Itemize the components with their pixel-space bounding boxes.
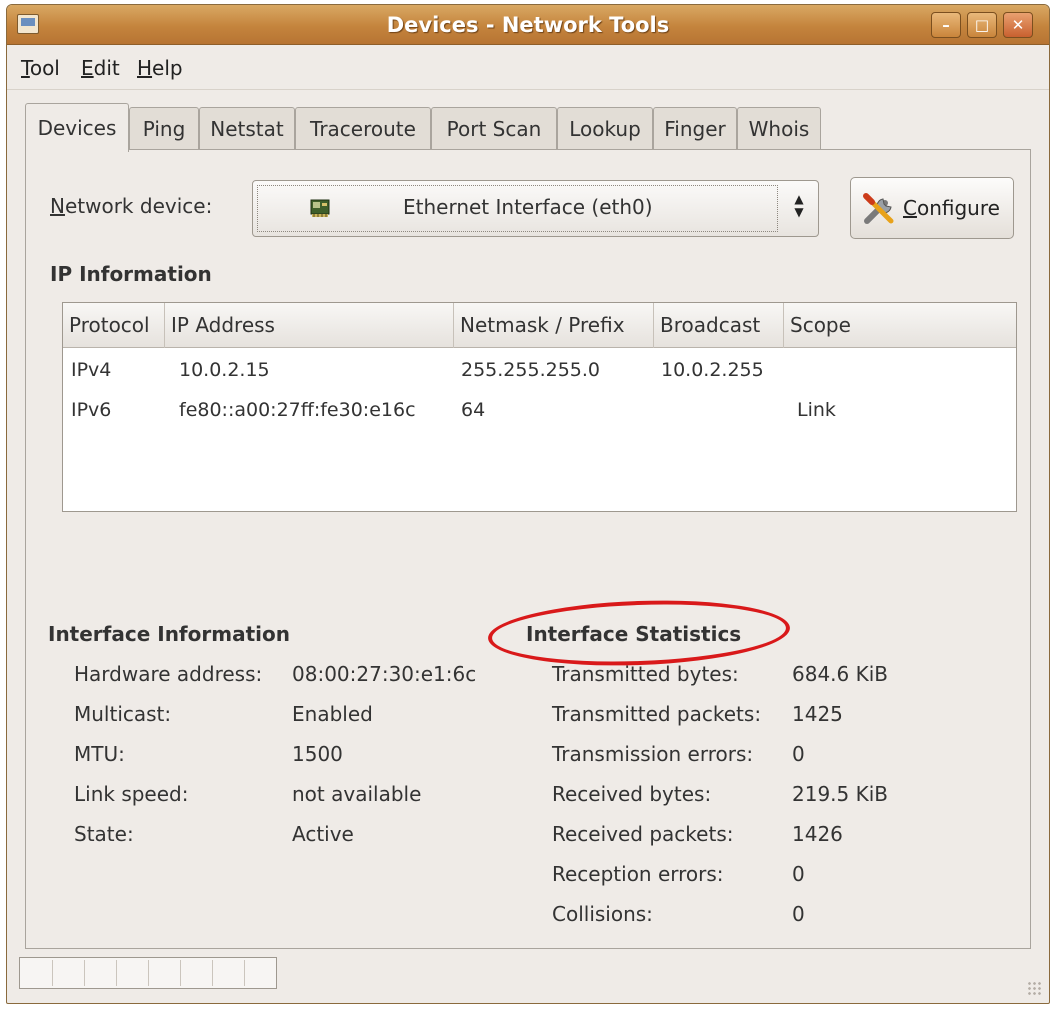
column-protocol[interactable]: Protocol — [63, 303, 165, 348]
menu-help[interactable]: Help — [137, 56, 183, 80]
reception-errors-value: 0 — [792, 862, 805, 886]
tab-traceroute[interactable]: Traceroute — [295, 107, 431, 151]
mtu-value: 1500 — [292, 742, 343, 766]
interface-information-heading: Interface Information — [48, 622, 290, 646]
column-scope[interactable]: Scope — [784, 303, 1017, 348]
transmission-errors-label: Transmission errors: — [552, 742, 754, 766]
window-title: Devices - Network Tools — [386, 13, 670, 37]
tab-whois[interactable]: Whois — [737, 107, 821, 151]
configure-button[interactable]: Configure — [850, 177, 1014, 239]
status-divider — [52, 960, 53, 986]
state-value: Active — [292, 822, 354, 846]
link-speed-value: not available — [292, 782, 422, 806]
transmitted-bytes-value: 684.6 KiB — [792, 662, 889, 686]
tab-devices[interactable]: Devices — [25, 103, 129, 152]
column-ip-address[interactable]: IP Address — [165, 303, 454, 348]
status-divider — [180, 960, 181, 986]
status-divider — [84, 960, 85, 986]
menu-tool[interactable]: Tool — [21, 56, 60, 80]
maximize-button[interactable]: □ — [967, 12, 997, 38]
title-bar[interactable]: Devices - Network Tools – □ ✕ — [7, 5, 1049, 45]
ip-information-table[interactable]: Protocol IP Address Netmask / Prefix Bro… — [62, 302, 1017, 512]
cell-ip-address: 10.0.2.15 — [179, 359, 270, 381]
status-divider — [212, 960, 213, 986]
transmitted-bytes-label: Transmitted bytes: — [552, 662, 739, 686]
hardware-address-value: 08:00:27:30:e1:6c — [292, 662, 477, 686]
status-bar — [19, 957, 277, 989]
network-device-select[interactable]: Ethernet Interface (eth0) ▲ ▼ — [252, 180, 819, 237]
network-tools-window: Devices - Network Tools – □ ✕ Tool Edit … — [6, 4, 1050, 1004]
received-packets-label: Received packets: — [552, 822, 734, 846]
chevron-up-down-icon: ▲ ▼ — [794, 192, 804, 219]
received-bytes-label: Received bytes: — [552, 782, 712, 806]
mtu-label: MTU: — [74, 742, 125, 766]
configure-label: Configure — [903, 196, 1000, 220]
cell-netmask: 64 — [461, 399, 486, 421]
state-label: State: — [74, 822, 134, 846]
column-netmask-prefix[interactable]: Netmask / Prefix — [454, 303, 654, 348]
table-header: Protocol IP Address Netmask / Prefix Bro… — [63, 303, 1016, 348]
link-speed-label: Link speed: — [74, 782, 189, 806]
transmission-errors-value: 0 — [792, 742, 805, 766]
tab-ping[interactable]: Ping — [129, 107, 199, 151]
close-button[interactable]: ✕ — [1003, 12, 1033, 38]
table-row[interactable]: IPv6 fe80::a00:27ff:fe30:e16c 64 Link — [63, 391, 1016, 429]
transmitted-packets-value: 1425 — [792, 702, 843, 726]
multicast-label: Multicast: — [74, 702, 172, 726]
cell-netmask: 255.255.255.0 — [461, 359, 601, 381]
multicast-value: Enabled — [292, 702, 373, 726]
menu-edit[interactable]: Edit — [81, 56, 120, 80]
column-broadcast[interactable]: Broadcast — [654, 303, 784, 348]
received-packets-value: 1426 — [792, 822, 843, 846]
devices-panel: Network device: Ethernet Interface (eth0… — [25, 149, 1031, 949]
tab-finger[interactable]: Finger — [653, 107, 737, 151]
network-device-label: Network device: — [50, 194, 213, 218]
ip-information-heading: IP Information — [50, 262, 212, 286]
menu-bar: Tool Edit Help — [7, 46, 1049, 90]
cell-ip-address: fe80::a00:27ff:fe30:e16c — [179, 399, 416, 421]
received-bytes-value: 219.5 KiB — [792, 782, 889, 806]
status-divider — [244, 960, 245, 986]
collisions-value: 0 — [792, 902, 805, 926]
reception-errors-label: Reception errors: — [552, 862, 724, 886]
cell-broadcast: 10.0.2.255 — [661, 359, 764, 381]
resize-grip[interactable] — [1027, 981, 1041, 995]
tab-netstat[interactable]: Netstat — [199, 107, 295, 151]
cell-scope: Link — [797, 399, 836, 421]
collisions-label: Collisions: — [552, 902, 653, 926]
tools-icon — [863, 193, 894, 224]
minimize-button[interactable]: – — [931, 12, 961, 38]
table-row[interactable]: IPv4 10.0.2.15 255.255.255.0 10.0.2.255 — [63, 351, 1016, 389]
network-device-value: Ethernet Interface (eth0) — [403, 195, 653, 219]
transmitted-packets-label: Transmitted packets: — [552, 702, 762, 726]
hardware-address-label: Hardware address: — [74, 662, 263, 686]
tab-port-scan[interactable]: Port Scan — [431, 107, 557, 151]
tab-lookup[interactable]: Lookup — [557, 107, 653, 151]
cell-protocol: IPv4 — [71, 359, 112, 381]
network-card-icon — [310, 199, 330, 217]
cell-protocol: IPv6 — [71, 399, 112, 421]
status-divider — [148, 960, 149, 986]
status-divider — [116, 960, 117, 986]
